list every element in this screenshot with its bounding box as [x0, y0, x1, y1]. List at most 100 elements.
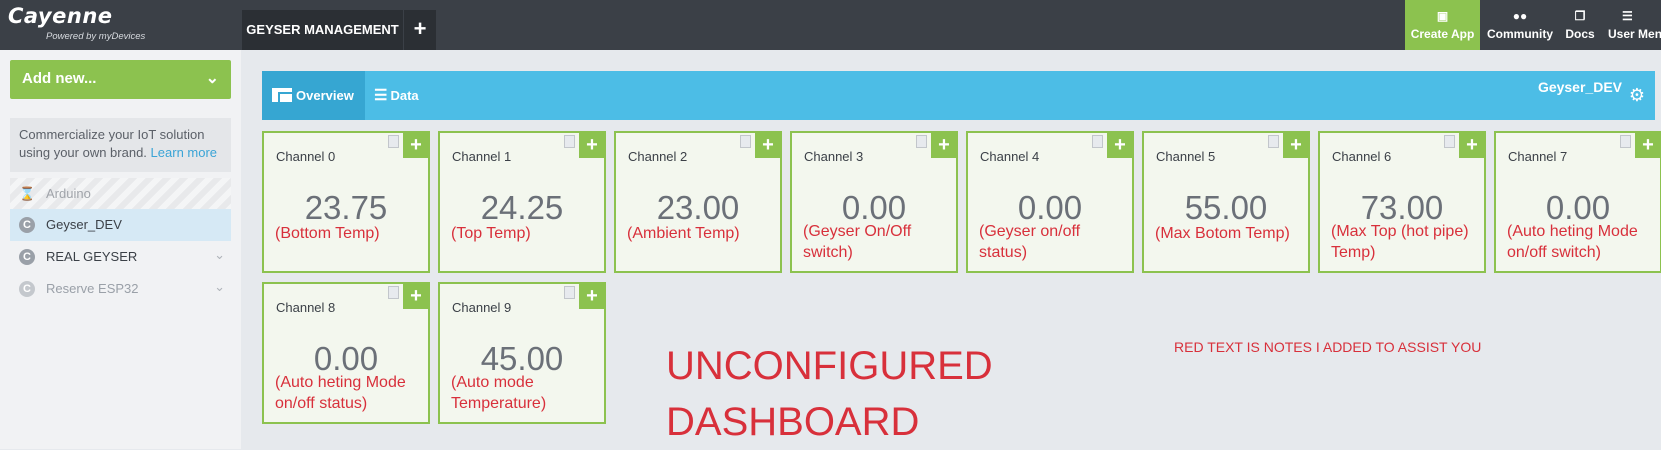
promo-line-1: Commercialize your IoT solution [19, 127, 205, 142]
channel-card-2[interactable]: + Channel 2 23.00 (Ambient Temp) [614, 131, 782, 273]
document-icon[interactable] [388, 135, 399, 148]
channel-value: 23.75 [304, 189, 388, 226]
channel-title: Channel 6 [1332, 149, 1392, 164]
device-name: Geyser_DEV [46, 217, 122, 232]
document-icon[interactable] [1444, 135, 1455, 148]
channel-card-7[interactable]: + Channel 7 0.00 (Auto heting Mode on/off sw… [1494, 131, 1661, 273]
channel-title: Channel 0 [276, 149, 336, 164]
channel-note: (Max Top (hot pipe) Temp) [1331, 221, 1483, 263]
channel-note-line: switch) [803, 244, 853, 261]
device-item-arduino[interactable]: ⌛ Arduino [10, 178, 231, 210]
channel-card-4[interactable]: + Channel 4 0.00 (Geyser on/off status) [966, 131, 1134, 273]
channel-card-3[interactable]: + Channel 3 0.00 (Geyser On/Off switch) [790, 131, 958, 273]
add-widget-button[interactable]: + [403, 283, 429, 309]
channel-value: 23.00 [656, 189, 740, 226]
community-label: Community [1487, 27, 1553, 41]
document-icon[interactable] [564, 286, 575, 299]
brand-name: Cayenne [8, 4, 113, 28]
channel-note-line: (Auto heting Mode [1507, 223, 1638, 240]
tab-data[interactable]: ☰ Data [365, 71, 435, 120]
add-new-label: Add new... [22, 70, 97, 87]
channel-note-line: (Auto heting Mode [275, 374, 406, 391]
channel-title: Channel 5 [1156, 149, 1216, 164]
gear-icon[interactable]: ⚙ [1629, 85, 1645, 106]
red-text-note: RED TEXT IS NOTES I ADDED TO ASSIST YOU [1174, 339, 1482, 355]
add-widget-button[interactable]: + [403, 132, 429, 158]
promo-line-2-text: using your own brand. [19, 145, 147, 160]
project-tab-geyser-management[interactable]: GEYSER MANAGEMENT [242, 10, 403, 50]
channel-note-line: (Bottom Temp) [275, 225, 380, 242]
document-icon[interactable] [740, 135, 751, 148]
channel-note: (Auto mode Temperature) [451, 372, 603, 414]
channel-card-5[interactable]: + Channel 5 55.00 (Max Botom Temp) [1142, 131, 1310, 273]
add-new-button[interactable]: Add new... ⌄ [10, 60, 231, 99]
channel-note-line: (Top Temp) [451, 225, 531, 242]
brand-logo[interactable]: Cayenne Powered by myDevices [0, 0, 241, 50]
channel-card-8[interactable]: + Channel 8 0.00 (Auto heting Mode on/off st… [262, 282, 430, 424]
chevron-down-icon: ⌄ [205, 70, 219, 87]
document-icon[interactable] [916, 135, 927, 148]
create-app-label: Create App [1410, 27, 1475, 41]
channel-note-line: Temp) [1331, 244, 1376, 261]
add-widget-button[interactable]: + [755, 132, 781, 158]
document-icon[interactable] [1268, 135, 1279, 148]
hourglass-icon: ⌛ [19, 186, 36, 201]
note-line-2: DASHBOARD [666, 400, 920, 444]
document-icon[interactable] [564, 135, 575, 148]
channel-title: Channel 7 [1508, 149, 1568, 164]
device-item-geyser-dev[interactable]: C Geyser_DEV [10, 209, 231, 241]
community-button[interactable]: ●● Community [1484, 0, 1556, 50]
promo-line-2: using your own brand. Learn more [19, 144, 217, 162]
channel-card-1[interactable]: + Channel 1 24.25 (Top Temp) [438, 131, 606, 273]
channel-note-line: (Auto mode [451, 374, 534, 391]
tab-overview-label: Overview [296, 88, 354, 103]
add-widget-button[interactable]: + [931, 132, 957, 158]
user-menu-button[interactable]: ☰ User Menu [1608, 0, 1661, 50]
channel-card-0[interactable]: + Channel 0 23.75 (Bottom Temp) [262, 131, 430, 273]
dashboard-header: Overview ☰ Data Geyser_DEV ⚙ [262, 71, 1655, 120]
add-project-button[interactable]: + [404, 10, 436, 50]
sidebar: Add new... ⌄ Commercialize your IoT solu… [0, 50, 241, 449]
add-widget-button[interactable]: + [1107, 132, 1133, 158]
device-item-real-geyser[interactable]: C REAL GEYSER ⌄ [10, 241, 231, 273]
channel-note: (Top Temp) [451, 223, 603, 244]
document-icon[interactable] [388, 286, 399, 299]
channel-note-line: on/off switch) [1507, 244, 1601, 261]
device-name: Reserve ESP32 [46, 281, 139, 296]
channel-note: (Bottom Temp) [275, 223, 427, 244]
channel-note-line: (Ambient Temp) [627, 225, 740, 242]
device-icon: C [19, 281, 35, 297]
chat-bubbles-icon: ●● [1512, 9, 1528, 23]
add-widget-button[interactable]: + [1459, 132, 1485, 158]
document-icon[interactable] [1620, 135, 1631, 148]
channel-note-line: (Geyser on/off [979, 223, 1081, 240]
add-widget-button[interactable]: + [1283, 132, 1309, 158]
channel-card-9[interactable]: + Channel 9 45.00 (Auto mode Temperature) [438, 282, 606, 424]
chevron-down-icon[interactable]: ⌄ [214, 279, 225, 295]
channel-note: (Auto heting Mode on/off switch) [1507, 221, 1659, 263]
create-app-button[interactable]: ▣ Create App [1405, 0, 1480, 50]
note-line-1: UNCONFIGURED [666, 344, 993, 388]
add-widget-button[interactable]: + [1635, 132, 1661, 158]
channel-note-line: status) [979, 244, 1028, 261]
overview-layout-icon [272, 88, 292, 102]
learn-more-link[interactable]: Learn more [151, 145, 217, 160]
channel-note: (Geyser On/Off switch) [803, 221, 955, 263]
device-icon: C [19, 217, 35, 233]
channel-title: Channel 9 [452, 300, 512, 315]
device-name: Arduino [46, 186, 91, 201]
add-widget-button[interactable]: + [579, 132, 605, 158]
add-widget-button[interactable]: + [579, 283, 605, 309]
channel-note: (Geyser on/off status) [979, 221, 1131, 263]
docs-button[interactable]: ❐ Docs [1562, 0, 1598, 50]
channel-card-6[interactable]: + Channel 6 73.00 (Max Top (hot pipe) Temp) [1318, 131, 1486, 273]
chevron-down-icon[interactable]: ⌄ [214, 247, 225, 263]
channel-title: Channel 8 [276, 300, 336, 315]
channel-note-line: Temperature) [451, 395, 547, 412]
dashboard-device-name: Geyser_DEV [1537, 79, 1622, 95]
device-item-reserve-esp32[interactable]: C Reserve ESP32 ⌄ [10, 273, 231, 305]
channel-note: (Max Botom Temp) [1155, 223, 1307, 244]
tab-overview[interactable]: Overview [262, 71, 365, 120]
document-icon[interactable] [1092, 135, 1103, 148]
brand-tagline: Powered by myDevices [46, 31, 146, 42]
